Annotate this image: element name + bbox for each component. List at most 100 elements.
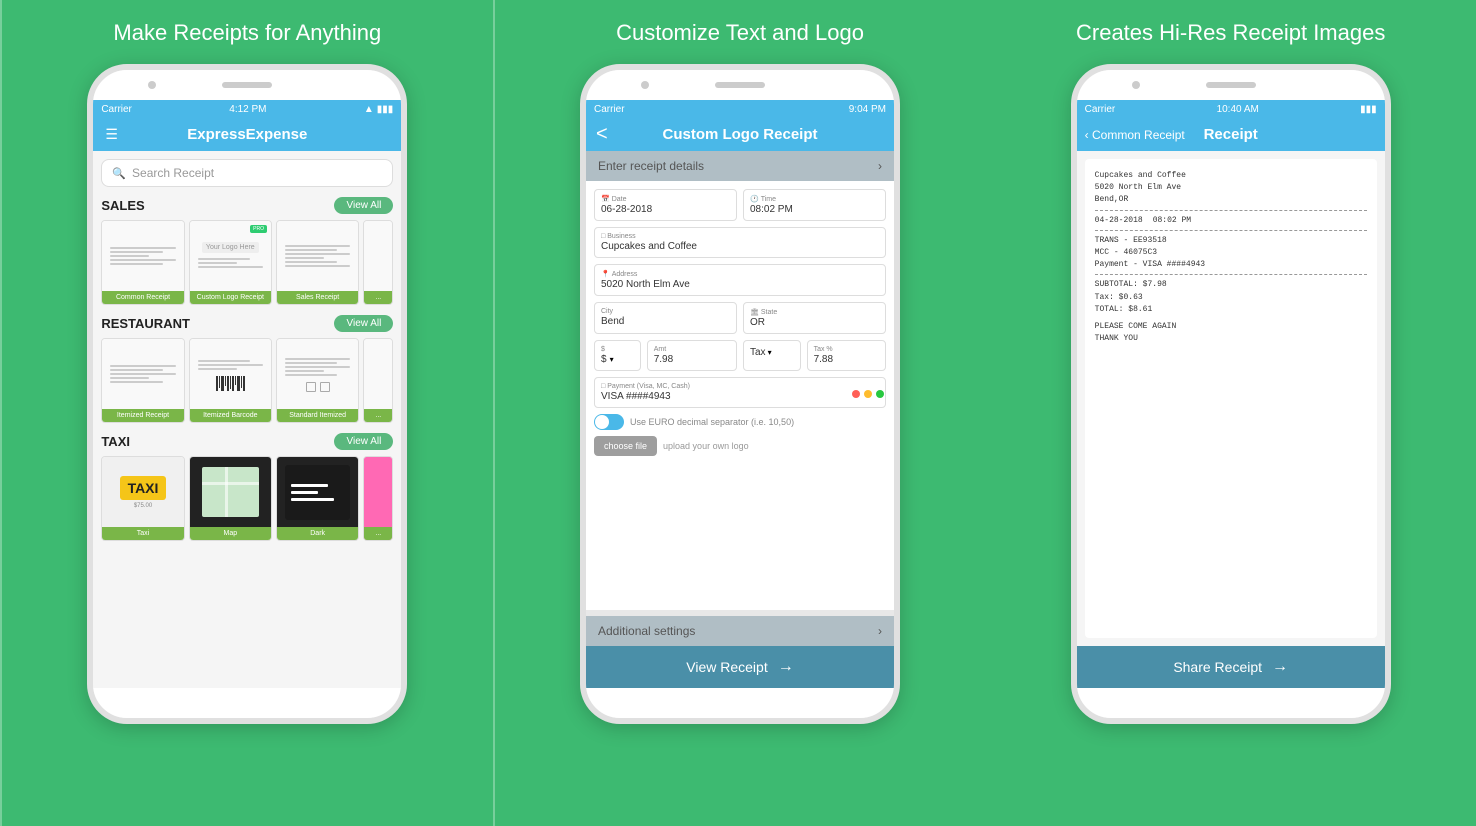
menu-icon[interactable]: ☰: [105, 126, 118, 143]
euro-toggle[interactable]: [594, 414, 624, 430]
tax-percent-value: 7.88: [814, 354, 879, 365]
receipt-divider-2: [1095, 230, 1367, 231]
line: [110, 377, 149, 379]
status-bar-3: Carrier 10:40 AM ▮▮▮: [1077, 100, 1385, 118]
currency-label: $: [601, 346, 634, 353]
taxi-thumb[interactable]: TAXI $75.00 Taxi: [101, 456, 184, 541]
clock-icon: 🕐: [750, 195, 759, 203]
line: [285, 261, 337, 263]
business-field[interactable]: □ Business Cupcakes and Coffee: [594, 227, 886, 258]
dark-line: [291, 491, 318, 494]
time-value: 08:02 PM: [750, 204, 879, 215]
map-thumb[interactable]: Map: [189, 456, 272, 541]
line: [198, 266, 263, 268]
barcode-bar: [221, 376, 224, 391]
phone-3: Carrier 10:40 AM ▮▮▮ ‹ Common Receipt Re…: [1071, 64, 1391, 724]
dark-thumb[interactable]: Dark: [276, 456, 359, 541]
sales-receipt-thumb[interactable]: Sales Receipt: [276, 220, 359, 305]
tax-type-select: Tax ▾: [750, 346, 794, 358]
sales-grid: Common Receipt PRO Your Logo Here: [101, 220, 393, 305]
receipt-business: Cupcakes and Coffee: [1095, 170, 1367, 181]
sales-view-all[interactable]: View All: [334, 197, 393, 214]
app-title: ExpressExpense: [187, 126, 307, 143]
panel-2: Customize Text and Logo Carrier 9:04 PM …: [495, 0, 986, 826]
standard-itemized-thumb[interactable]: Standard Itemized: [276, 338, 359, 423]
map-road-v: [225, 467, 228, 517]
city-field[interactable]: City Bend: [594, 302, 737, 334]
receipt-paper: Cupcakes and Coffee 5020 North Elm Ave B…: [1085, 159, 1377, 638]
close-btn: [852, 390, 860, 398]
address-row: 📍 Address 5020 North Elm Ave: [594, 264, 886, 296]
line: [110, 255, 149, 257]
receipt-preview-screen: Cupcakes and Coffee 5020 North Elm Ave B…: [1077, 151, 1385, 646]
speaker-2: [715, 82, 765, 88]
line: [285, 253, 350, 255]
barcode-bar: [225, 376, 226, 387]
nav-bar-1: ☰ ExpressExpense: [93, 118, 401, 151]
time-field[interactable]: 🕐 Time 08:02 PM: [743, 189, 886, 221]
back-icon-2[interactable]: <: [596, 123, 608, 146]
amt-field[interactable]: Amt 7.98: [647, 340, 737, 371]
dark-line: [291, 498, 333, 501]
dark-card: [285, 465, 350, 520]
receipt-city-state: Bend,OR: [1095, 194, 1367, 205]
screen-content-1: 🔍 Search Receipt SALES View All: [93, 151, 401, 688]
city-state-row: City Bend 🏛 State OR: [594, 302, 886, 334]
payment-field[interactable]: □ Payment (Visa, MC, Cash) VISA ####4943: [594, 377, 886, 408]
barcode-bar: [237, 376, 240, 391]
itemized-receipt-thumb[interactable]: Itemized Receipt: [101, 338, 184, 423]
tax-value-field[interactable]: Tax % 7.88: [807, 340, 886, 371]
restaurant-grid: Itemized Receipt: [101, 338, 393, 423]
state-label: 🏛 State: [750, 308, 879, 316]
itemized-label: Itemized Receipt: [102, 409, 183, 422]
taxi-section-header: TAXI View All: [101, 433, 393, 450]
barcode-bar: [232, 376, 234, 391]
custom-logo-thumb[interactable]: PRO Your Logo Here Custom Logo Receipt: [189, 220, 272, 305]
line: [110, 251, 162, 253]
taxi-sign: TAXI: [120, 476, 167, 500]
business-value: Cupcakes and Coffee: [601, 241, 879, 252]
toggle-knob: [595, 415, 609, 429]
barcode-bar: [243, 376, 245, 391]
line: [198, 364, 263, 366]
choose-file-row: choose file upload your own logo: [594, 436, 886, 456]
currency-field[interactable]: $ $ ▾: [594, 340, 641, 371]
phone-bottom-1: [93, 688, 401, 718]
additional-settings-bar[interactable]: Additional settings ›: [586, 616, 894, 646]
taxi-label: Taxi: [102, 527, 183, 540]
receipt-lines-4: [110, 363, 175, 385]
line: [285, 245, 350, 247]
taxi-title: TAXI: [101, 434, 130, 449]
restaurant-view-all[interactable]: View All: [334, 315, 393, 332]
view-receipt-btn[interactable]: View Receipt →: [586, 646, 894, 688]
common-receipt-thumb[interactable]: Common Receipt: [101, 220, 184, 305]
share-arrow-icon: →: [1272, 658, 1288, 676]
taxi-price: $75.00: [134, 503, 152, 509]
line: [198, 368, 237, 370]
date-time-row: 📅 Date 06-28-2018 🕐 Time 08:02 PM: [594, 189, 886, 221]
tax-type-value: Tax: [750, 347, 766, 358]
state-field[interactable]: 🏛 State OR: [743, 302, 886, 334]
pro-badge: PRO: [250, 225, 267, 233]
taxi-view-all[interactable]: View All: [334, 433, 393, 450]
carrier-1: Carrier: [101, 104, 132, 115]
enter-details-bar[interactable]: Enter receipt details ›: [586, 151, 894, 181]
line: [110, 365, 175, 367]
choose-file-btn[interactable]: choose file: [594, 436, 657, 456]
dark-img: [277, 457, 358, 527]
receipt-trans: TRANS - EE93518: [1095, 235, 1367, 246]
panel-1-title: Make Receipts for Anything: [113, 20, 381, 46]
date-field[interactable]: 📅 Date 06-28-2018: [594, 189, 737, 221]
receipt-date: 04-28-2018: [1095, 215, 1143, 226]
share-receipt-btn[interactable]: Share Receipt →: [1077, 646, 1385, 688]
payment-label: □ Payment (Visa, MC, Cash): [601, 383, 879, 390]
partial-img: [364, 221, 392, 291]
barcode-bar: [227, 376, 229, 391]
barcode-thumb[interactable]: Itemized Barcode: [189, 338, 272, 423]
back-icon-3[interactable]: ‹ Common Receipt: [1085, 128, 1185, 142]
address-field[interactable]: 📍 Address 5020 North Elm Ave: [594, 264, 886, 296]
search-bar[interactable]: 🔍 Search Receipt: [101, 159, 393, 187]
tax-type-field[interactable]: Tax ▾: [743, 340, 801, 371]
barcode-bar: [216, 376, 218, 391]
barcode-img: [190, 339, 271, 409]
